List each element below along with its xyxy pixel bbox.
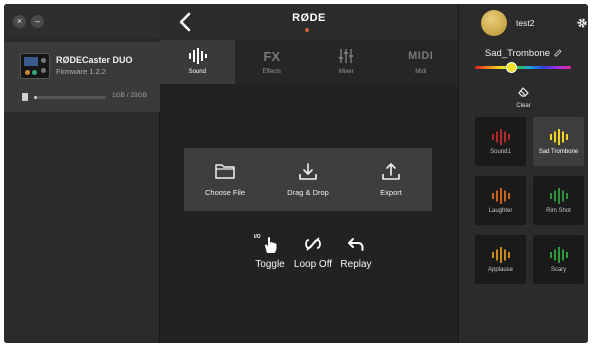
sound-pad[interactable]: Scary <box>533 235 584 284</box>
sound-pad[interactable]: Sad Trombone <box>533 117 584 166</box>
sound-pads-panel: test2 Sad_Trombone Clear Sound1 Sad Tromb… <box>458 4 588 343</box>
tab-midi-label: Midi <box>415 69 427 75</box>
tab-sound-label: Sound <box>188 69 206 75</box>
tab-mixer-label: Mixer <box>338 69 354 75</box>
storage-progress-fill <box>34 96 37 99</box>
tab-effects-label: Effects <box>262 69 281 75</box>
rodecaster-app-window: × – RØDECaster DUO Firmware 1.2.2 1GB / … <box>4 4 588 343</box>
export-icon <box>382 163 400 180</box>
tab-bar: Sound FX Effects Mixer MIDI Midi <box>160 40 458 84</box>
loop-off-button[interactable]: Loop Off <box>291 234 335 270</box>
eraser-icon <box>517 87 529 97</box>
sound-wave-icon <box>549 247 568 263</box>
storage-progress-bar <box>34 96 106 99</box>
toggle-button[interactable]: I/O Toggle <box>248 234 292 270</box>
sound-wave-icon <box>491 247 510 263</box>
midi-icon: MIDI <box>408 50 434 62</box>
top-header: RØDE <box>160 4 458 40</box>
folder-icon <box>215 164 235 179</box>
storage-text: 1GB / 29GB <box>112 92 148 99</box>
mixer-faders-icon <box>339 49 354 63</box>
gear-icon <box>577 18 587 28</box>
sound-wave-icon <box>491 129 510 145</box>
toggle-hand-icon <box>264 236 277 253</box>
username: test2 <box>516 18 535 28</box>
replay-button[interactable]: Replay <box>334 234 378 270</box>
color-slider-handle[interactable] <box>505 62 517 73</box>
sound-pad-label: Sad Trombone <box>538 149 579 155</box>
sound-editor-main: Choose File Drag & Drop Export I/O Toggl… <box>160 84 458 343</box>
window-controls-bar: × – <box>4 4 160 38</box>
toggle-label: Toggle <box>255 259 285 270</box>
sound-wave-icon <box>549 188 568 204</box>
fx-icon: FX <box>263 48 281 64</box>
sound-pad-label: Rim Shot <box>546 208 571 214</box>
sound-wave-icon <box>189 48 208 64</box>
tab-effects[interactable]: FX Effects <box>235 40 310 84</box>
sound-pad-label: Scary <box>550 267 567 273</box>
sound-title: Sad_Trombone <box>484 48 551 59</box>
left-sidebar: × – RØDECaster DUO Firmware 1.2.2 1GB / … <box>4 4 160 343</box>
tab-sound[interactable]: Sound <box>160 40 235 84</box>
drag-drop-label: Drag & Drop <box>287 188 329 197</box>
choose-file-button[interactable]: Choose File <box>184 148 266 211</box>
clear-button[interactable]: Clear <box>459 84 588 109</box>
color-slider-track[interactable] <box>475 66 571 69</box>
sound-wave-icon <box>491 188 510 204</box>
minimize-icon: – <box>34 16 40 26</box>
export-button[interactable]: Export <box>350 148 432 211</box>
choose-file-label: Choose File <box>204 188 246 197</box>
device-card[interactable]: RØDECaster DUO Firmware 1.2.2 1GB / 29GB <box>4 42 160 112</box>
clear-label: Clear <box>516 103 531 109</box>
file-actions-bar: Choose File Drag & Drop Export <box>184 148 432 211</box>
device-name: RØDECaster DUO <box>56 55 133 65</box>
tab-mixer[interactable]: Mixer <box>309 40 384 84</box>
rode-logo: RØDE <box>292 12 326 24</box>
sound-wave-icon <box>549 129 568 145</box>
avatar[interactable] <box>481 10 507 36</box>
sound-pad-label: Laughter <box>488 208 513 214</box>
sound-pad[interactable]: Laughter <box>475 176 526 225</box>
sound-pad[interactable]: Rim Shot <box>533 176 584 225</box>
sound-pad-label: Applause <box>487 267 514 273</box>
tab-midi[interactable]: MIDI Midi <box>384 40 459 84</box>
drag-drop-button[interactable]: Drag & Drop <box>267 148 349 211</box>
download-icon <box>299 163 317 180</box>
replay-icon <box>348 238 364 251</box>
loop-off-label: Loop Off <box>293 259 333 270</box>
settings-button[interactable] <box>576 16 588 28</box>
replay-label: Replay <box>340 259 372 270</box>
close-icon: × <box>16 16 23 26</box>
io-badge: I/O <box>254 234 261 240</box>
close-window-button[interactable]: × <box>13 15 26 28</box>
edit-icon <box>554 49 562 57</box>
minimize-window-button[interactable]: – <box>31 15 44 28</box>
loop-off-icon <box>305 237 321 251</box>
sound-title-row[interactable]: Sad_Trombone <box>459 48 588 59</box>
sound-pad[interactable]: Applause <box>475 235 526 284</box>
logo-dot <box>305 28 309 32</box>
sound-pad[interactable]: Sound1 <box>475 117 526 166</box>
firmware-version: Firmware 1.2.2 <box>56 67 107 76</box>
sound-pad-label: Sound1 <box>490 149 511 155</box>
sd-card-icon <box>22 93 28 101</box>
device-thumbnail <box>20 53 50 79</box>
export-label: Export <box>380 188 402 197</box>
